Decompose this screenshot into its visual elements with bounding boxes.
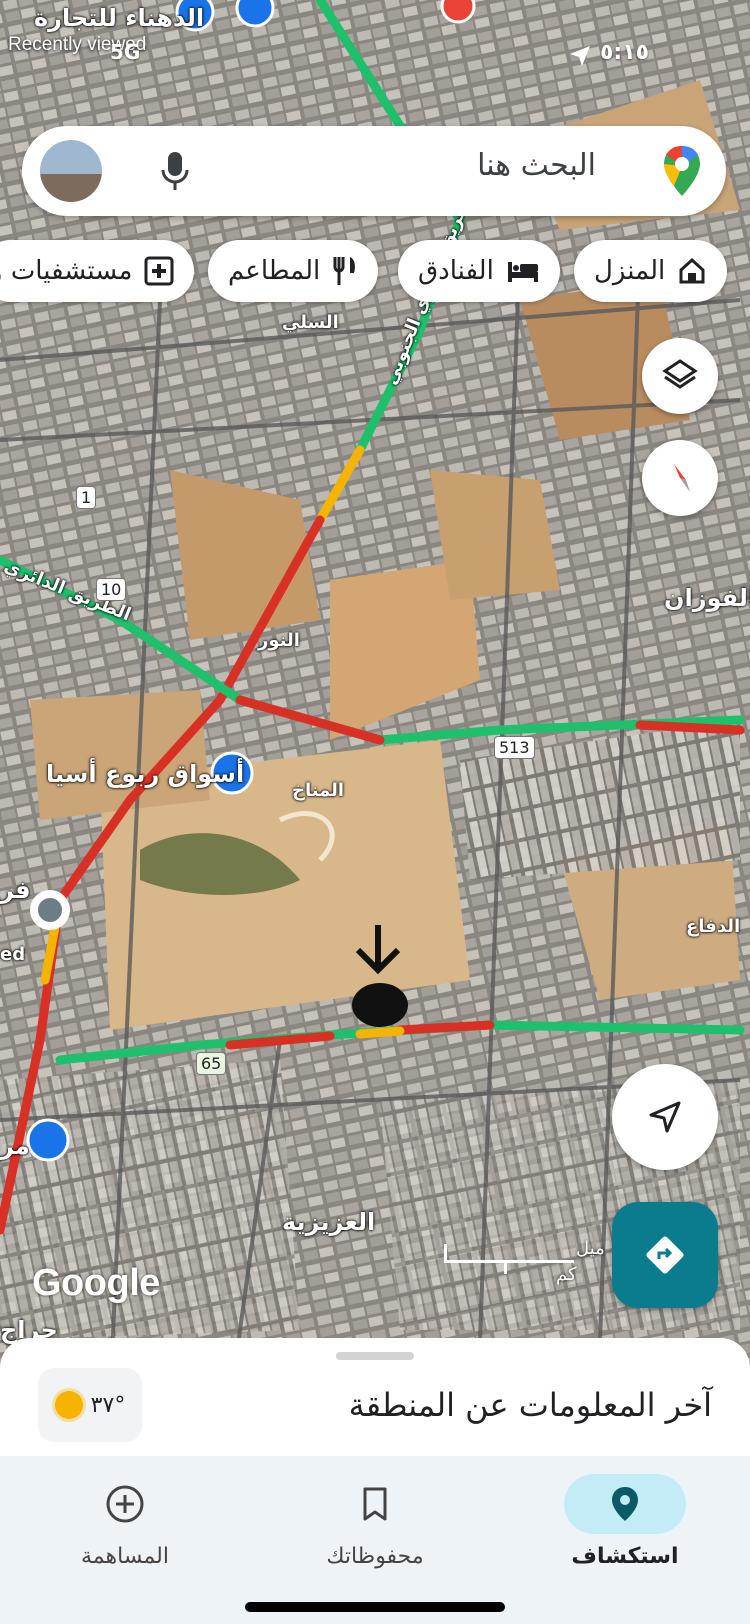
- place-label: ي الفوزان: [664, 584, 750, 612]
- search-input[interactable]: البحث هنا: [477, 148, 596, 183]
- chip-label: المطاعم: [228, 256, 321, 286]
- chip-label: المنزل: [594, 256, 666, 286]
- navigation-arrow-icon: [649, 1101, 681, 1133]
- place-label: فر: [0, 876, 31, 904]
- layers-icon: [662, 359, 698, 389]
- place-label: مر: [0, 1132, 30, 1160]
- bottom-navigation: استكشاف محفوظاتك المساهمة: [0, 1456, 750, 1624]
- add-circle-icon: [106, 1485, 144, 1523]
- place-label-asia-market[interactable]: أسواق ربوع أسيا: [46, 760, 244, 788]
- bookmark-icon: [363, 1487, 387, 1521]
- chip-label: الفنادق: [418, 256, 494, 286]
- search-bar[interactable]: البحث هنا: [22, 126, 726, 216]
- tab-saved[interactable]: محفوظاتك: [250, 1456, 500, 1596]
- hospital-icon: [144, 256, 174, 286]
- chip-hotels[interactable]: الفنادق: [398, 240, 560, 302]
- home-indicator[interactable]: [245, 1602, 505, 1612]
- chip-hospitals[interactable]: مستشفيات و: [0, 240, 195, 302]
- area-label: المناخ: [292, 780, 345, 801]
- tab-explore[interactable]: استكشاف: [500, 1456, 750, 1596]
- avatar[interactable]: [40, 140, 102, 202]
- road-shield-65: 65: [196, 1052, 227, 1075]
- directions-button[interactable]: [612, 1202, 718, 1308]
- compass-icon: [674, 464, 690, 492]
- weather-chip[interactable]: ٣٧°: [38, 1368, 142, 1442]
- tab-label: محفوظاتك: [326, 1544, 424, 1569]
- area-label: السلي: [282, 312, 339, 333]
- category-chips: المنزل الفنادق المطاعم مستشفيات و: [0, 240, 750, 304]
- explore-pin-icon: [612, 1487, 638, 1521]
- place-label[interactable]: الدهناء للتجارة: [34, 4, 204, 32]
- place-label: ed: [0, 944, 26, 965]
- home-icon: [679, 257, 705, 284]
- network-indicator: 5G: [110, 40, 141, 64]
- bed-icon: [507, 262, 538, 282]
- location-arrow-icon: [570, 46, 590, 66]
- road-shield-1: 1: [76, 486, 97, 509]
- scale-km: كم: [556, 1264, 577, 1285]
- weather-temp: ٣٧°: [90, 1392, 126, 1418]
- road-shield-10: 10: [96, 578, 127, 601]
- chip-label: مستشفيات و: [0, 256, 133, 286]
- sun-icon: [54, 1391, 83, 1419]
- sheet-handle[interactable]: [336, 1352, 414, 1360]
- bottom-sheet[interactable]: ٣٧° آخر المعلومات عن المنطقة: [0, 1338, 750, 1458]
- layers-button[interactable]: [642, 338, 718, 414]
- my-location-button[interactable]: [612, 1064, 718, 1170]
- compass-button[interactable]: [642, 440, 718, 516]
- tab-contribute[interactable]: المساهمة: [0, 1456, 250, 1596]
- scale-miles: ميل: [576, 1238, 605, 1259]
- restaurant-icon: [333, 257, 356, 285]
- sheet-title: آخر المعلومات عن المنطقة: [348, 1386, 712, 1424]
- tab-label: المساهمة: [81, 1544, 169, 1569]
- chip-restaurants[interactable]: المطاعم: [208, 240, 379, 302]
- directions-icon: [646, 1236, 684, 1274]
- google-maps-pin-icon: [664, 146, 700, 196]
- area-label: الدفاع: [686, 916, 741, 937]
- road-shield-513: 513: [494, 736, 535, 759]
- area-label: العزيزية: [282, 1208, 376, 1236]
- status-time: ٥:١٥: [600, 40, 650, 65]
- tab-label: استكشاف: [571, 1544, 679, 1569]
- google-logo: Google: [32, 1262, 160, 1304]
- microphone-icon[interactable]: [158, 150, 192, 192]
- area-label: النور: [258, 630, 300, 651]
- chip-home[interactable]: المنزل: [574, 240, 728, 302]
